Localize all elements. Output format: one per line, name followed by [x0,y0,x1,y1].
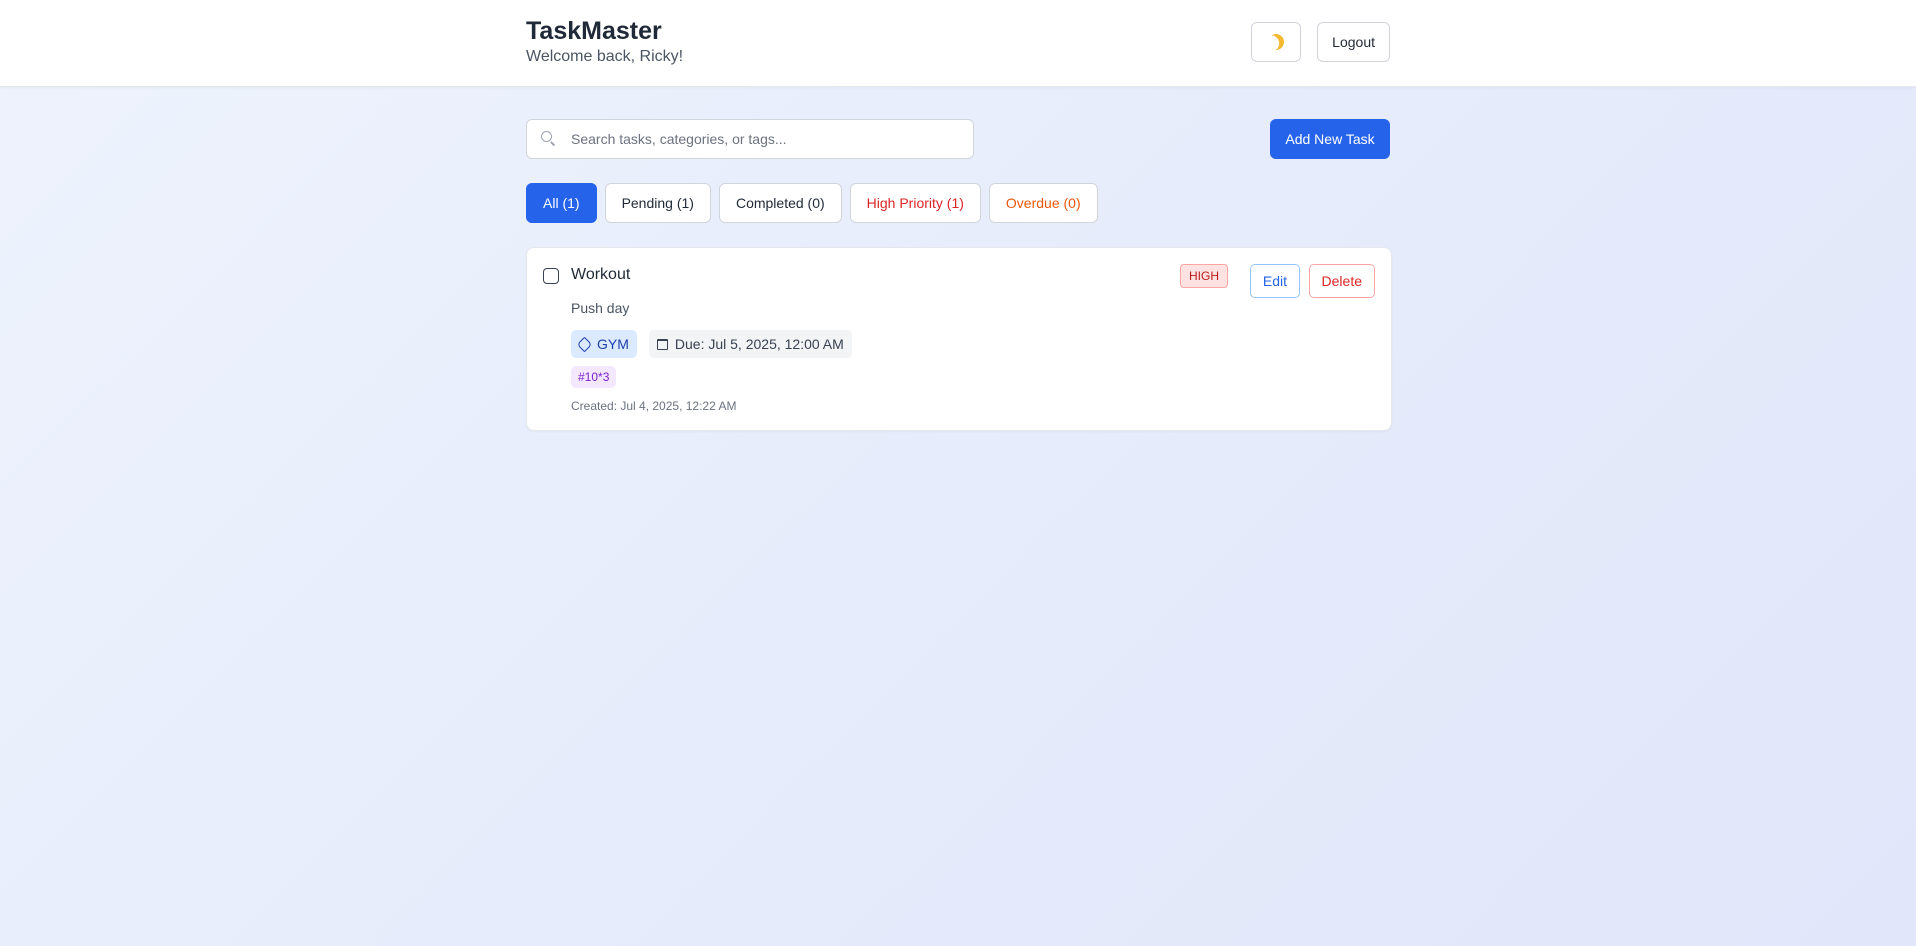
toolbar: Add New Task [526,119,1390,159]
delete-task-button[interactable]: Delete [1308,264,1375,298]
theme-toggle-button[interactable] [1251,22,1302,62]
task-tag: #10*3 [571,366,617,388]
filter-all[interactable]: All (1) [526,183,597,223]
logout-button[interactable]: Logout [1317,22,1390,62]
edit-task-button[interactable]: Edit [1249,264,1300,298]
filter-tabs: All (1) Pending (1) Completed (0) High P… [526,183,1390,223]
tag-icon [576,336,593,352]
search-icon [541,131,557,147]
task-card: Workout Push day GYM Due: Jul 5, 2025, 1… [526,247,1392,431]
task-meta: GYM Due: Jul 5, 2025, 12:00 AM [571,330,852,358]
priority-badge: HIGH [1180,264,1228,288]
due-date-badge: Due: Jul 5, 2025, 12:00 AM [648,330,852,358]
app-header: TaskMaster Welcome back, Ricky! Logout [0,0,1916,87]
task-description: Push day [571,300,630,316]
filter-completed[interactable]: Completed (0) [718,183,842,223]
calendar-icon [656,338,668,350]
filter-overdue[interactable]: Overdue (0) [988,183,1098,223]
add-new-task-button[interactable]: Add New Task [1270,119,1390,159]
category-label: GYM [597,336,629,352]
header-actions: Logout [1251,22,1390,62]
created-timestamp: Created: Jul 4, 2025, 12:22 AM [571,399,737,413]
due-date-label: Due: Jul 5, 2025, 12:00 AM [674,336,844,352]
task-complete-checkbox[interactable] [543,268,559,284]
moon-icon [1266,32,1287,53]
search-input[interactable] [569,130,953,148]
filter-pending[interactable]: Pending (1) [604,183,711,223]
category-badge: GYM [571,330,637,358]
filter-high-priority[interactable]: High Priority (1) [849,183,981,223]
search-box[interactable] [526,119,974,159]
task-title: Workout [571,266,631,283]
